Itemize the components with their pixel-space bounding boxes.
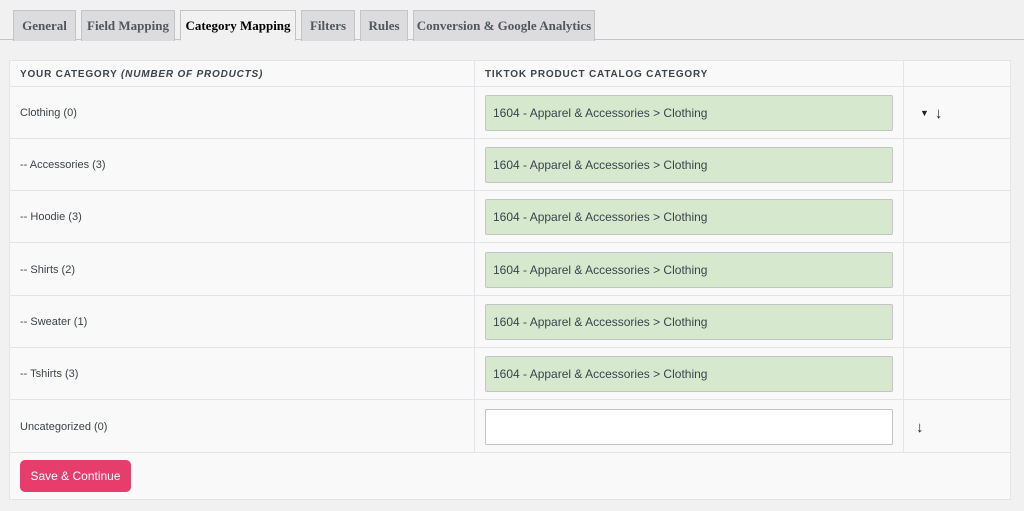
category-label: -- Accessories (3) [20,159,106,171]
tab-bar: General Field Mapping Category Mapping F… [0,0,1024,41]
category-mapping-input[interactable] [485,409,893,445]
category-mapping-input[interactable] [485,252,893,288]
arrow-down-icon[interactable]: ↓ [935,105,943,122]
category-mapping-input[interactable] [485,356,893,392]
tab-category-mapping[interactable]: Category Mapping [180,10,296,41]
table-row: -- Shirts (2) [10,244,1010,296]
tab-rules[interactable]: Rules [360,10,408,41]
table-row: Uncategorized (0) ↓ [10,401,1010,453]
header-tiktok-category: TIKTOK PRODUCT CATALOG CATEGORY [485,69,709,80]
category-mapping-table: YOUR CATEGORY (NUMBER OF PRODUCTS) TIKTO… [9,60,1011,500]
category-mapping-input[interactable] [485,95,893,131]
category-label: Uncategorized (0) [20,421,108,433]
header-your-category: YOUR CATEGORY (NUMBER OF PRODUCTS) [20,69,264,80]
table-row: Clothing (0) ▼ ↓ [10,87,1010,139]
row-actions: ▼ ↓ [920,87,942,139]
category-label: -- Shirts (2) [20,264,75,276]
tab-conversion-google-analytics[interactable]: Conversion & Google Analytics [413,10,595,41]
category-mapping-input[interactable] [485,199,893,235]
tab-field-mapping[interactable]: Field Mapping [81,10,175,41]
category-label: -- Sweater (1) [20,316,88,328]
table-row: -- Sweater (1) [10,296,1010,348]
row-actions: ↓ [916,401,924,453]
category-label: -- Hoodie (3) [20,211,82,223]
arrow-down-icon[interactable]: ↓ [916,419,924,436]
table-row: -- Hoodie (3) [10,191,1010,243]
table-header: YOUR CATEGORY (NUMBER OF PRODUCTS) TIKTO… [10,61,1010,87]
category-label: -- Tshirts (3) [20,368,79,380]
caret-down-icon[interactable]: ▼ [920,108,929,118]
tab-general[interactable]: General [13,10,76,41]
category-mapping-input[interactable] [485,147,893,183]
tab-filters[interactable]: Filters [301,10,355,41]
table-row: -- Tshirts (3) [10,348,1010,400]
table-row: -- Accessories (3) [10,139,1010,191]
category-mapping-input[interactable] [485,304,893,340]
save-continue-button[interactable]: Save & Continue [20,460,131,492]
category-label: Clothing (0) [20,107,77,119]
